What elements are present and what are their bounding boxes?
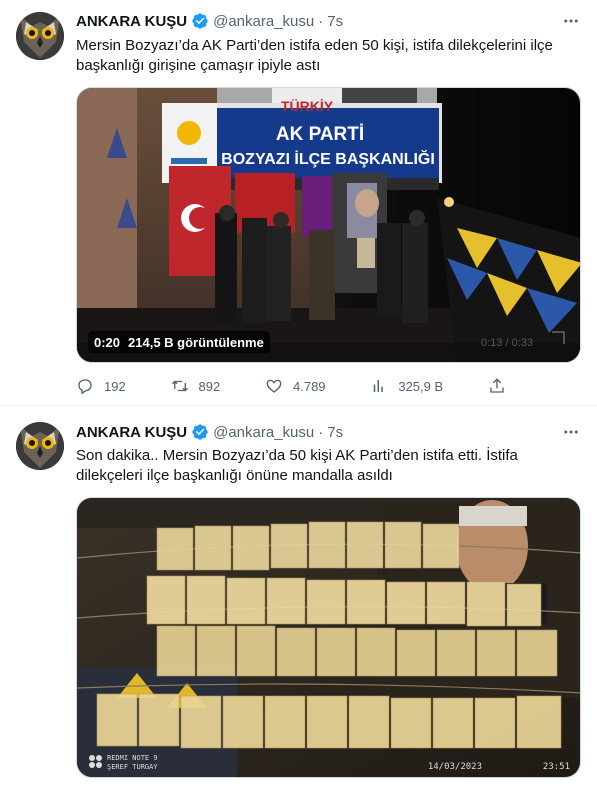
photo-date: 14/03/2023 — [428, 762, 482, 772]
tweet-text-line: dilekçeleri ilçe başkanlığı önüne mandal… — [76, 467, 393, 484]
avatar[interactable] — [16, 422, 64, 470]
separator: · — [318, 12, 324, 30]
tweet-header: ANKARA KUŞU @ankara_kusu · 7s — [76, 422, 343, 442]
verified-badge-icon — [192, 13, 208, 29]
timestamp[interactable]: 7s — [327, 424, 343, 441]
owl-avatar-icon — [16, 12, 64, 60]
display-name[interactable]: ANKARA KUŞU — [76, 13, 187, 30]
handle[interactable]: @ankara_kusu — [213, 13, 314, 30]
reply-button[interactable]: 192 — [76, 377, 126, 395]
photo-time: 23:51 — [543, 762, 570, 772]
views-count: 325,9 B — [398, 378, 444, 394]
video-views: 214,5 B görüntülenme — [128, 334, 264, 350]
retweet-icon — [171, 380, 188, 392]
tweet-text: Mersin Bozyazı’da AK Parti’den istifa ed… — [76, 36, 581, 76]
video-frame: AK PARTİ BOZYAZI İLÇE BAŞKANLIĞI TÜRKİY … — [77, 88, 580, 362]
like-icon — [266, 379, 282, 393]
display-name[interactable]: ANKARA KUŞU — [76, 424, 187, 441]
camera-model: REDMI NOTE 9 — [107, 754, 158, 762]
tweet-video[interactable]: AK PARTİ BOZYAZI İLÇE BAŞKANLIĞI TÜRKİY … — [76, 87, 581, 363]
separator: · — [318, 423, 324, 441]
banner-text: TÜRKİY — [281, 98, 334, 114]
handle[interactable]: @ankara_kusu — [213, 424, 314, 441]
tweet-actions: 192 892 4.789 325,9 B — [76, 376, 506, 396]
like-count: 4.789 — [293, 378, 326, 394]
tweet-text-line: Son dakika.. Mersin Bozyazı’da 50 kişi A… — [76, 447, 518, 464]
share-button[interactable] — [488, 377, 506, 395]
views-button[interactable]: 325,9 B — [370, 377, 443, 395]
tweet-text-line: Mersin Bozyazı’da AK Parti’den istifa ed… — [76, 37, 553, 54]
video-watermark: 0:13 / 0:33 — [481, 337, 533, 349]
tweet-photo[interactable]: REDMI NOTE 9 ŞEREF TURGAY 14/03/2023 23:… — [76, 497, 581, 778]
retweet-button[interactable]: 892 — [171, 377, 221, 395]
more-icon — [564, 19, 578, 23]
share-icon — [490, 378, 504, 393]
video-badge: 0:20 214,5 B görüntülenme — [88, 331, 270, 353]
reply-count: 192 — [104, 378, 126, 394]
owl-avatar-icon — [16, 422, 64, 470]
more-button[interactable] — [561, 11, 581, 31]
retweet-count: 892 — [198, 378, 221, 394]
timestamp[interactable]: 7s — [327, 13, 343, 30]
tweet-header: ANKARA KUŞU @ankara_kusu · 7s — [76, 11, 343, 31]
photo-frame: REDMI NOTE 9 ŞEREF TURGAY 14/03/2023 23:… — [77, 498, 580, 777]
more-icon — [564, 430, 578, 434]
views-icon — [374, 380, 384, 392]
camera-owner: ŞEREF TURGAY — [107, 763, 158, 771]
more-button[interactable] — [561, 422, 581, 442]
tweet-text: Son dakika.. Mersin Bozyazı’da 50 kişi A… — [76, 446, 581, 486]
sign-line-2: BOZYAZI İLÇE BAŞKANLIĞI — [221, 149, 435, 168]
reply-icon — [78, 379, 92, 395]
avatar[interactable] — [16, 12, 64, 60]
tweet-text-line: başkanlığı girişine çamaşır ipiyle astı — [76, 57, 321, 74]
like-button[interactable]: 4.789 — [265, 377, 326, 395]
verified-badge-icon — [192, 424, 208, 440]
sign-line-1: AK PARTİ — [276, 124, 364, 145]
video-duration: 0:20 — [94, 334, 121, 350]
